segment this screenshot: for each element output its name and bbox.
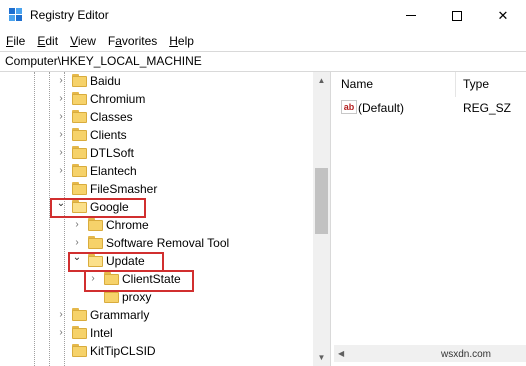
- tree-item-label: Chromium: [90, 92, 146, 106]
- tree-item-chromium[interactable]: › Chromium: [0, 90, 313, 108]
- folder-icon: [72, 146, 87, 159]
- registry-editor-icon: [9, 8, 22, 21]
- tree-vertical-scrollbar[interactable]: ▲ ▼: [313, 72, 330, 366]
- tree-item-label: Intel: [90, 326, 113, 340]
- expand-arrow-icon[interactable]: ›: [72, 238, 82, 248]
- string-value-icon: ab: [341, 100, 357, 114]
- tree-item-clients[interactable]: › Clients: [0, 126, 313, 144]
- menu-bar: File Edit View Favorites Help: [0, 31, 526, 51]
- tree-item-label: KitTipCLSID: [90, 344, 156, 358]
- expand-arrow-icon: [56, 346, 66, 356]
- tree-item-label: Chrome: [106, 218, 149, 232]
- expand-arrow-icon[interactable]: ›: [56, 328, 66, 338]
- tree-item-baidu[interactable]: › Baidu: [0, 72, 313, 90]
- scroll-thumb[interactable]: [315, 168, 328, 234]
- value-type: REG_SZ: [463, 101, 512, 115]
- expand-arrow-icon: [56, 184, 66, 194]
- title-bar: Registry Editor ✕: [0, 0, 526, 31]
- tree-item-filesmasher[interactable]: FileSmasher: [0, 180, 313, 198]
- tree-item-software-removal-tool[interactable]: › Software Removal Tool: [0, 234, 313, 252]
- folder-icon: [72, 326, 87, 339]
- value-name: (Default): [358, 101, 405, 115]
- registry-tree[interactable]: › Baidu › Chromium › Classes › Clients › DTLSoft ›…: [0, 72, 313, 366]
- column-header-name[interactable]: Name: [334, 72, 456, 97]
- tree-item-label: Clients: [90, 128, 127, 142]
- expand-arrow-icon: [88, 292, 98, 302]
- tree-item-label: Software Removal Tool: [106, 236, 230, 250]
- folder-icon: [72, 344, 87, 357]
- tree-item-elantech[interactable]: › Elantech: [0, 162, 313, 180]
- tree-item-chrome[interactable]: › Chrome: [0, 216, 313, 234]
- folder-icon: [72, 182, 87, 195]
- close-icon: ✕: [497, 7, 509, 23]
- expand-arrow-icon[interactable]: ›: [56, 76, 66, 86]
- scroll-down-arrow-icon[interactable]: ▼: [313, 349, 330, 366]
- annotation-highlight-box: [68, 252, 164, 272]
- expand-arrow-icon[interactable]: ›: [56, 166, 66, 176]
- address-bar[interactable]: Computer\HKEY_LOCAL_MACHINE: [0, 51, 526, 72]
- window-title: Registry Editor: [30, 8, 109, 22]
- tree-item-label: DTLSoft: [90, 146, 135, 160]
- expand-arrow-icon[interactable]: ›: [56, 148, 66, 158]
- menu-edit[interactable]: Edit: [31, 31, 64, 51]
- close-button[interactable]: ✕: [480, 0, 526, 31]
- folder-icon: [72, 308, 87, 321]
- watermark: wsxdn.com: [441, 349, 492, 360]
- tree-item-label: Baidu: [90, 74, 121, 88]
- maximize-button[interactable]: [434, 0, 480, 31]
- value-row[interactable]: ab (Default) REG_SZ: [334, 98, 526, 118]
- expand-arrow-icon[interactable]: ›: [56, 94, 66, 104]
- scroll-up-arrow-icon[interactable]: ▲: [313, 72, 330, 89]
- folder-icon: [72, 74, 87, 87]
- tree-item-label: Elantech: [90, 164, 137, 178]
- folder-icon: [72, 92, 87, 105]
- minimize-icon: [406, 15, 416, 16]
- expand-arrow-icon[interactable]: ›: [56, 130, 66, 140]
- expand-arrow-icon[interactable]: ›: [56, 310, 66, 320]
- tree-item-label: Grammarly: [90, 308, 150, 322]
- tree-item-classes[interactable]: › Classes: [0, 108, 313, 126]
- folder-icon: [72, 128, 87, 141]
- expand-arrow-icon[interactable]: ›: [56, 112, 66, 122]
- values-horizontal-scrollbar[interactable]: ◀: [334, 345, 526, 362]
- folder-icon: [72, 110, 87, 123]
- maximize-icon: [452, 10, 462, 21]
- tree-item-intel[interactable]: › Intel: [0, 324, 313, 342]
- menu-view[interactable]: View: [64, 31, 102, 51]
- tree-item-label: FileSmasher: [90, 182, 158, 196]
- tree-item-google[interactable]: ⌄ Google: [0, 198, 313, 216]
- expand-arrow-icon[interactable]: ›: [72, 220, 82, 230]
- menu-file[interactable]: File: [0, 31, 31, 51]
- tree-item-label: Classes: [90, 110, 133, 124]
- menu-favorites[interactable]: Favorites: [102, 31, 163, 51]
- column-header-type[interactable]: Type: [456, 72, 526, 97]
- tree-item-label: proxy: [122, 290, 152, 304]
- scroll-left-arrow-icon[interactable]: ◀: [338, 349, 344, 358]
- folder-icon: [88, 236, 103, 249]
- folder-icon: [72, 164, 87, 177]
- tree-item-grammarly[interactable]: › Grammarly: [0, 306, 313, 324]
- menu-help[interactable]: Help: [163, 31, 200, 51]
- tree-item-dtlsoft[interactable]: › DTLSoft: [0, 144, 313, 162]
- folder-icon: [88, 218, 103, 231]
- annotation-highlight-box: [84, 270, 194, 292]
- tree-item-kittipclsid[interactable]: KitTipCLSID: [0, 342, 313, 360]
- values-pane[interactable]: Name Type ab (Default) REG_SZ: [334, 72, 526, 366]
- minimize-button[interactable]: [388, 0, 434, 31]
- annotation-highlight-box: [50, 198, 146, 218]
